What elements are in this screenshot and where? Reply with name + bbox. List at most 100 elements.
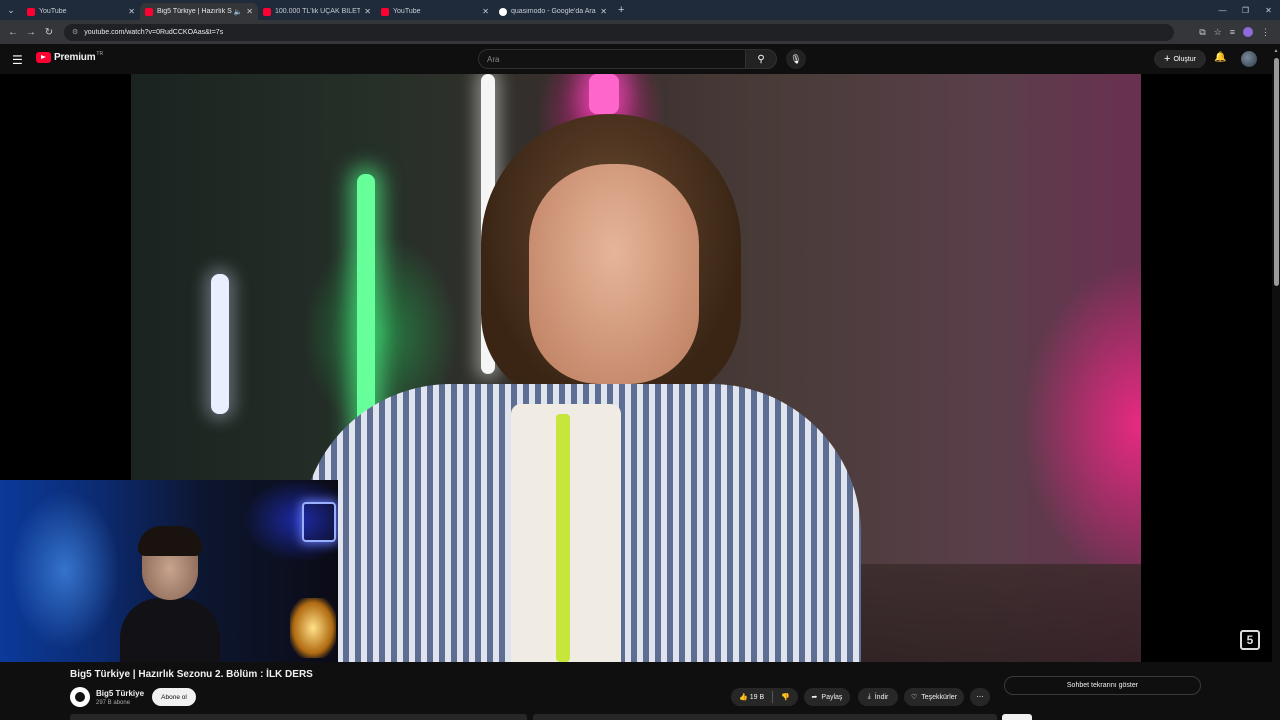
thumbs-down-icon: 👎 <box>781 694 790 701</box>
share-label: Paylaş <box>821 693 843 701</box>
thanks-button[interactable]: ♡ Teşekkürler <box>904 688 964 706</box>
forward-arrow-icon[interactable]: → <box>22 27 40 38</box>
tab-close-icon[interactable]: ✕ <box>482 7 489 16</box>
like-count: 19 B <box>749 694 765 701</box>
webcam-backdrop <box>10 490 120 650</box>
tab-title: YouTube <box>393 8 421 15</box>
reload-icon[interactable]: ↻ <box>40 27 58 38</box>
search-button[interactable]: ⚲ <box>745 49 777 69</box>
bookmark-star-icon[interactable]: ☆ <box>1214 27 1222 38</box>
browser-tab-2[interactable]: Big5 Türkiye | Hazırlık Sezonu 🔈 ✕ <box>140 3 258 20</box>
youtube-header: ☰ Premium TR Ara ⚲ 🎙 + Oluştur 🔔 <box>0 44 1280 74</box>
tab-title: quasimodo - Google'da Ara <box>511 8 596 15</box>
address-bar[interactable]: ⚙ youtube.com/watch?v=0RudCCKOAas&t=7s <box>64 23 1174 41</box>
hamburger-menu-icon[interactable]: ☰ <box>12 53 23 67</box>
tab-close-icon[interactable]: ✕ <box>246 7 253 16</box>
more-horizontal-icon: ⋯ <box>976 694 984 701</box>
create-button[interactable]: + Oluştur <box>1154 50 1206 68</box>
chip-filter[interactable] <box>1002 714 1032 720</box>
presenter-face <box>529 164 699 384</box>
youtube-favicon-icon <box>263 7 271 16</box>
window-controls: — ❐ ✕ <box>1211 6 1280 15</box>
description-box[interactable] <box>70 714 527 720</box>
tab-title: Big5 Türkiye | Hazırlık Sezonu <box>157 8 232 15</box>
youtube-favicon-icon <box>27 7 35 16</box>
logo-text: Premium <box>54 52 96 63</box>
plus-icon: + <box>1164 53 1171 65</box>
channel-name[interactable]: Big5 Türkiye <box>96 689 144 698</box>
channel-avatar[interactable] <box>70 687 90 707</box>
url-text: youtube.com/watch?v=0RudCCKOAas&t=7s <box>84 28 224 36</box>
video-player[interactable]: 5 <box>0 74 1280 662</box>
browser-tab-4[interactable]: YouTube ✕ <box>376 3 494 20</box>
profile-avatar-icon[interactable] <box>1243 27 1253 37</box>
tab-close-icon[interactable]: ✕ <box>600 7 607 16</box>
video-scene-pink-neon <box>589 74 619 114</box>
download-icon: ⤓ <box>867 693 871 700</box>
browser-toolbar: ← → ↻ ⚙ youtube.com/watch?v=0RudCCKOAas&… <box>0 20 1280 44</box>
subscribe-button[interactable]: Abone ol <box>152 688 196 706</box>
google-favicon-icon <box>499 7 507 16</box>
tab-search-icon[interactable]: ⌄ <box>0 0 22 20</box>
thanks-icon: ♡ <box>910 694 918 701</box>
webcam-neon-sign <box>302 502 336 542</box>
notifications-bell-icon[interactable]: 🔔 <box>1214 52 1226 63</box>
youtube-favicon-icon <box>145 7 153 16</box>
site-info-icon[interactable]: ⚙ <box>72 28 78 36</box>
like-dislike-group: 👍 19 B 👎 <box>731 688 798 706</box>
channel-watermark: 5 <box>1240 630 1260 650</box>
create-label: Oluştur <box>1173 55 1196 63</box>
subscriber-count: 297 B abone <box>96 700 131 706</box>
install-app-icon[interactable]: ⧉ <box>1199 27 1205 38</box>
tab-title: 100.000 TL'lik UÇAK BİLETİ ile... <box>275 8 361 15</box>
download-label: İndir <box>874 693 889 701</box>
scroll-up-arrow-icon[interactable]: ▲ <box>1272 48 1280 54</box>
microphone-icon: 🎙 <box>790 53 802 64</box>
logo-region: TR <box>96 50 104 57</box>
browser-tab-3[interactable]: 100.000 TL'lik UÇAK BİLETİ ile... ✕ <box>258 3 376 20</box>
video-title: Big5 Türkiye | Hazırlık Sezonu 2. Bölüm … <box>70 669 313 680</box>
webcam-lamp <box>290 598 336 658</box>
restore-icon[interactable]: ❐ <box>1234 6 1257 15</box>
search-input[interactable]: Ara <box>478 49 746 69</box>
webcam-person-body <box>120 598 220 662</box>
dislike-button[interactable]: 👎 <box>781 693 790 701</box>
new-tab-plus-icon[interactable]: + <box>618 4 624 16</box>
browser-tab-5[interactable]: quasimodo - Google'da Ara ✕ <box>494 3 612 20</box>
window-close-icon[interactable]: ✕ <box>1257 6 1280 15</box>
streamer-webcam-overlay <box>0 480 338 662</box>
show-chat-replay-button[interactable]: Sohbet tekrarını göster <box>1004 676 1201 695</box>
webcam-person <box>120 526 220 662</box>
youtube-premium-logo[interactable]: Premium TR <box>36 50 104 63</box>
user-avatar[interactable] <box>1241 51 1257 67</box>
like-button[interactable]: 👍 19 B <box>739 693 764 701</box>
webcam-person-hair <box>138 526 202 556</box>
video-presenter <box>301 114 861 662</box>
download-button[interactable]: ⤓ İndir <box>858 688 898 706</box>
browser-tab-1[interactable]: YouTube ✕ <box>22 3 140 20</box>
more-actions-button[interactable]: ⋯ <box>970 688 990 706</box>
like-divider <box>772 691 774 703</box>
media-controls-icon[interactable]: ≡ <box>1230 27 1235 37</box>
youtube-favicon-icon <box>381 7 389 16</box>
tab-close-icon[interactable]: ✕ <box>128 7 135 16</box>
share-button[interactable]: ➦ Paylaş <box>804 688 850 706</box>
youtube-play-icon <box>36 52 51 63</box>
browser-tab-strip: ⌄ YouTube ✕ Big5 Türkiye | Hazırlık Sezo… <box>0 0 1280 20</box>
voice-search-button[interactable]: 🎙 <box>786 49 806 69</box>
back-arrow-icon[interactable]: ← <box>4 27 22 38</box>
browser-menu-icon[interactable]: ⋮ <box>1261 27 1270 38</box>
tab-close-icon[interactable]: ✕ <box>364 7 371 16</box>
speaker-icon[interactable]: 🔈 <box>234 8 243 16</box>
minimize-icon[interactable]: — <box>1211 6 1234 15</box>
share-arrow-icon: ➦ <box>811 694 818 701</box>
comment-area[interactable] <box>533 714 997 720</box>
thumbs-up-icon: 👍 <box>739 694 748 701</box>
thanks-label: Teşekkürler <box>921 693 958 701</box>
toolbar-actions: ⧉ ☆ ≡ ⋮ <box>1199 27 1276 38</box>
page-scrollbar[interactable]: ▲ <box>1272 44 1280 720</box>
scrollbar-thumb[interactable] <box>1274 58 1279 286</box>
tab-title: YouTube <box>39 8 67 15</box>
presenter-lanyard <box>556 414 570 662</box>
video-scene-light <box>211 274 229 414</box>
